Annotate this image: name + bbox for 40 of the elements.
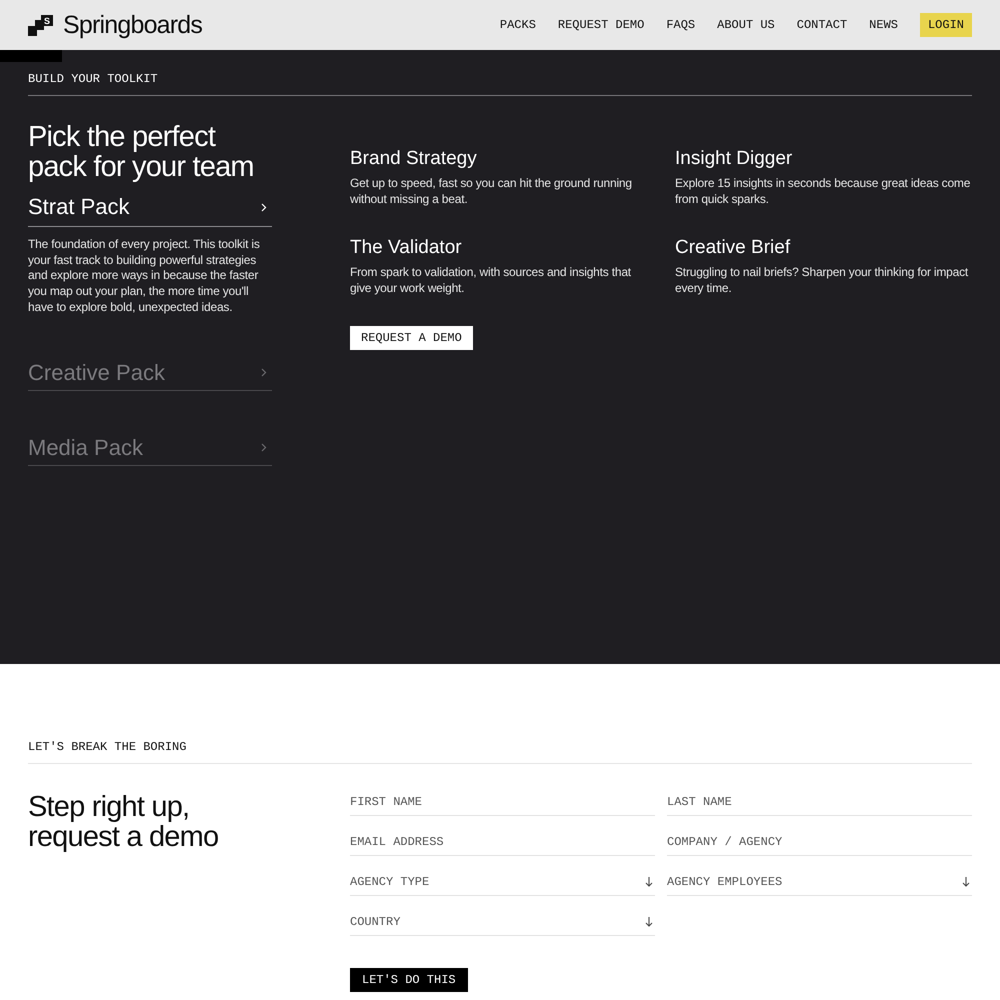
nav-link[interactable]: ABOUT US xyxy=(717,18,775,32)
pack-description: The foundation of every project. This toolkit is your fast track to building powerful strategies and explore more ways in because the faster you map out your plan, the more time you'll have to explore bold, unexpected ideas. xyxy=(28,237,261,316)
input-field[interactable]: LAST NAME xyxy=(667,788,972,816)
select-field[interactable]: COUNTRY xyxy=(350,908,655,936)
input-field[interactable]: FIRST NAME xyxy=(350,788,655,816)
feature-title: Brand Strategy xyxy=(350,148,478,170)
select-field[interactable]: AGENCY EMPLOYEES xyxy=(667,868,972,896)
section-heading: Pick the perfect pack for your team xyxy=(28,122,255,182)
arrow-down-icon xyxy=(962,877,970,887)
nav-link[interactable]: REQUEST DEMO xyxy=(558,18,644,32)
chevron-right-icon xyxy=(261,368,267,378)
section-eyebrow: BUILD YOUR TOOLKIT xyxy=(28,72,158,86)
feature-title: Creative Brief xyxy=(675,237,792,259)
nav-link[interactable]: PACKS xyxy=(500,18,536,32)
pack-tab[interactable]: Media Pack xyxy=(28,434,272,466)
login-button[interactable]: LOGIN xyxy=(920,13,972,37)
feature-title: Insight Digger xyxy=(675,148,794,170)
nav-link[interactable]: FAQS xyxy=(666,18,696,32)
arrow-down-icon xyxy=(645,877,653,887)
feature-description: Get up to speed, fast so you can hit the ground running without missing a beat. xyxy=(350,176,633,207)
request-demo-button[interactable]: REQUEST A DEMO xyxy=(350,326,473,350)
select-field[interactable]: AGENCY TYPE xyxy=(350,868,655,896)
brand-name: Springboards xyxy=(63,10,202,40)
submit-button[interactable]: LET'S DO THIS xyxy=(350,968,468,992)
arrow-down-icon xyxy=(645,917,653,927)
pack-tab[interactable]: Creative Pack xyxy=(28,360,272,391)
accent-bar xyxy=(0,50,62,62)
input-field[interactable]: EMAIL ADDRESS xyxy=(350,828,655,856)
feature-description: Struggling to nail briefs? Sharpen your thinking for impact every time. xyxy=(675,265,970,296)
nav-link[interactable]: CONTACT xyxy=(796,18,848,32)
nav-link[interactable]: NEWS xyxy=(869,18,898,32)
section-heading: Step right up, request a demo xyxy=(28,792,220,852)
pack-tab[interactable]: Strat Pack xyxy=(28,194,272,227)
chevron-right-icon xyxy=(261,443,267,452)
input-field[interactable]: COMPANY / AGENCY xyxy=(667,828,972,856)
chevron-right-icon xyxy=(261,202,267,212)
feature-description: Explore 15 insights in seconds because great ideas come from quick sparks. xyxy=(675,176,972,207)
section-eyebrow: LET'S BREAK THE BORING xyxy=(28,740,186,754)
feature-title: The Validator xyxy=(350,237,463,259)
feature-description: From spark to validation, with sources and insights that give your work weight. xyxy=(350,265,632,296)
